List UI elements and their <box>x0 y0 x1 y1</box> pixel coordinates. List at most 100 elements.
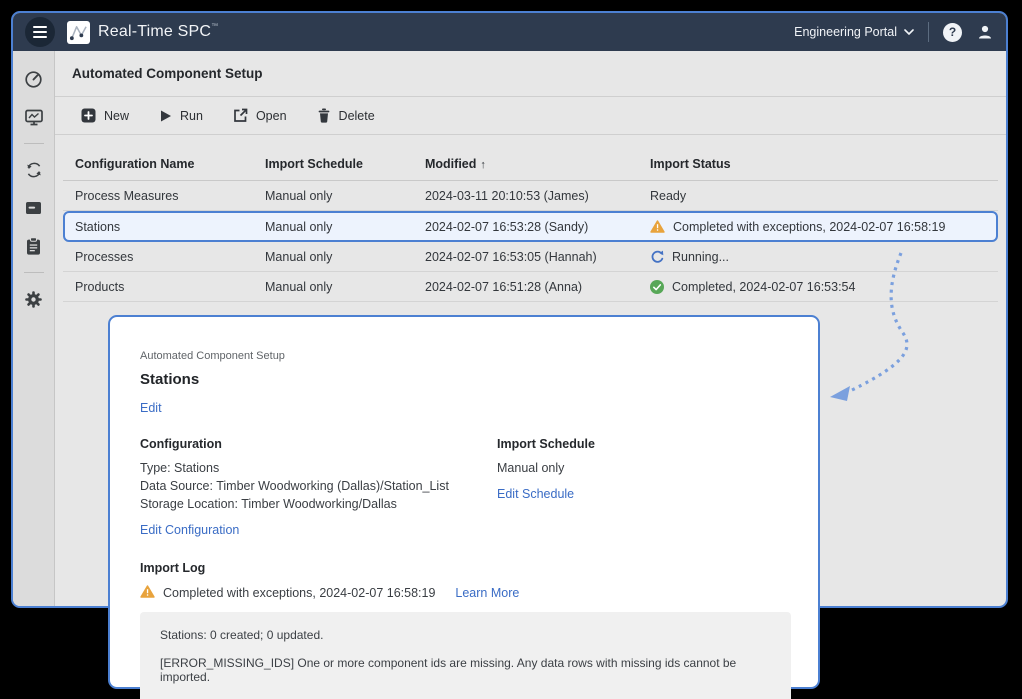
sidebar-item-charts[interactable] <box>20 103 48 131</box>
charts-monitor-icon <box>24 108 44 127</box>
table-header: Configuration Name Import Schedule Modif… <box>63 148 998 181</box>
status-text: Running... <box>672 250 729 264</box>
cell-modified: 2024-02-07 16:51:28 (Anna) <box>425 280 650 294</box>
configuration-section: Configuration Type: Stations Data Source… <box>140 437 497 539</box>
app-title: Real-Time SPC™ <box>98 23 218 41</box>
configuration-storage-location: Storage Location: Timber Woodworking/Dal… <box>140 495 497 513</box>
delete-trash-icon <box>317 108 331 123</box>
log-line: Stations: 0 created; 0 updated. <box>160 628 771 642</box>
storage-box-icon <box>24 199 43 217</box>
cell-configuration-name: Stations <box>75 220 265 234</box>
warning-icon <box>650 220 665 233</box>
trademark: ™ <box>211 23 218 30</box>
screen: Real-Time SPC™ Engineering Portal ? <box>0 0 1022 699</box>
table-row[interactable]: StationsManual only2024-02-07 16:53:28 (… <box>63 211 998 242</box>
table-body: Process MeasuresManual only2024-03-11 20… <box>63 181 998 302</box>
stations-detail-popup: Automated Component Setup Stations Edit … <box>108 315 820 689</box>
configuration-type: Type: Stations <box>140 459 497 477</box>
import-schedule-heading: Import Schedule <box>497 437 788 451</box>
warning-icon <box>650 220 665 233</box>
page-title: Automated Component Setup <box>72 66 263 81</box>
run-play-icon <box>159 109 172 123</box>
navbar-divider <box>928 22 929 42</box>
new-plus-icon <box>81 108 96 123</box>
sidebar-divider <box>24 143 44 144</box>
sidebar-item-sync[interactable] <box>20 156 48 184</box>
left-sidebar <box>13 51 55 606</box>
toolbar: New Run Open <box>55 97 1006 135</box>
warning-icon <box>140 585 155 601</box>
cell-import-status: Completed with exceptions, 2024-02-07 16… <box>650 220 996 234</box>
top-navbar: Real-Time SPC™ Engineering Portal ? <box>13 13 1006 51</box>
chevron-down-icon <box>904 29 914 35</box>
success-icon <box>650 280 664 294</box>
import-log-status-text: Completed with exceptions, 2024-02-07 16… <box>163 586 435 600</box>
cell-import-schedule: Manual only <box>265 220 425 234</box>
popup-title: Stations <box>140 371 788 388</box>
column-header-import-schedule[interactable]: Import Schedule <box>265 157 425 171</box>
sync-icon <box>25 161 43 179</box>
app-logo-icon <box>67 21 90 44</box>
import-schedule-section: Import Schedule Manual only Edit Schedul… <box>497 437 788 539</box>
configuration-heading: Configuration <box>140 437 497 451</box>
cell-import-status: Running... <box>650 250 998 264</box>
sidebar-item-clipboard[interactable] <box>20 232 48 260</box>
new-button-label: New <box>104 109 129 123</box>
popup-eyebrow: Automated Component Setup <box>140 350 788 362</box>
edit-schedule-link[interactable]: Edit Schedule <box>497 487 574 501</box>
page-header: Automated Component Setup <box>55 51 1006 97</box>
cell-configuration-name: Process Measures <box>75 189 265 203</box>
status-text: Completed, 2024-02-07 16:53:54 <box>672 280 855 294</box>
delete-button[interactable]: Delete <box>317 108 375 123</box>
import-log-output: Stations: 0 created; 0 updated. [ERROR_M… <box>140 612 791 699</box>
warning-icon <box>140 585 155 598</box>
column-header-import-status[interactable]: Import Status <box>650 157 998 171</box>
configuration-data-source: Data Source: Timber Woodworking (Dallas)… <box>140 477 497 495</box>
delete-button-label: Delete <box>339 109 375 123</box>
table-row[interactable]: Process MeasuresManual only2024-03-11 20… <box>63 181 998 211</box>
status-text: Completed with exceptions, 2024-02-07 16… <box>673 220 945 234</box>
log-line: [ERROR_MISSING_IDS] One or more componen… <box>160 656 771 684</box>
sidebar-item-dashboard[interactable] <box>20 65 48 93</box>
edit-configuration-link[interactable]: Edit Configuration <box>140 523 239 537</box>
sort-ascending-icon: ↑ <box>480 159 486 171</box>
cell-import-status: Ready <box>650 189 998 203</box>
cell-modified: 2024-03-11 20:10:53 (James) <box>425 189 650 203</box>
cell-import-status: Completed, 2024-02-07 16:53:54 <box>650 280 998 294</box>
settings-gear-icon <box>24 290 43 309</box>
learn-more-link[interactable]: Learn More <box>455 586 519 600</box>
user-icon[interactable] <box>976 23 994 41</box>
portal-selector[interactable]: Engineering Portal <box>794 25 914 39</box>
dashboard-gauge-icon <box>24 70 43 89</box>
running-icon <box>650 250 664 264</box>
new-button[interactable]: New <box>81 108 129 123</box>
table-row[interactable]: ProductsManual only2024-02-07 16:51:28 (… <box>63 272 998 302</box>
cell-configuration-name: Products <box>75 280 265 294</box>
cell-import-schedule: Manual only <box>265 189 425 203</box>
import-schedule-value: Manual only <box>497 459 788 477</box>
running-icon <box>650 250 664 264</box>
edit-link[interactable]: Edit <box>140 401 788 415</box>
open-button-label: Open <box>256 109 287 123</box>
column-header-configuration-name[interactable]: Configuration Name <box>75 157 265 171</box>
table-row[interactable]: ProcessesManual only2024-02-07 16:53:05 … <box>63 242 998 272</box>
menu-button[interactable] <box>25 17 55 47</box>
run-button-label: Run <box>180 109 203 123</box>
open-external-icon <box>233 108 248 123</box>
clipboard-icon <box>25 237 42 256</box>
sidebar-item-settings[interactable] <box>20 285 48 313</box>
cell-configuration-name: Processes <box>75 250 265 264</box>
import-log-section: Import Log Completed with exceptions, 20… <box>140 561 788 699</box>
open-button[interactable]: Open <box>233 108 287 123</box>
help-icon[interactable]: ? <box>943 23 962 42</box>
sidebar-item-storage[interactable] <box>20 194 48 222</box>
portal-label: Engineering Portal <box>794 25 897 39</box>
column-header-modified[interactable]: Modified↑ <box>425 157 650 171</box>
cell-import-schedule: Manual only <box>265 250 425 264</box>
cell-modified: 2024-02-07 16:53:05 (Hannah) <box>425 250 650 264</box>
status-text: Ready <box>650 189 686 203</box>
run-button[interactable]: Run <box>159 109 203 123</box>
configurations-table: Configuration Name Import Schedule Modif… <box>63 148 998 302</box>
cell-modified: 2024-02-07 16:53:28 (Sandy) <box>425 220 650 234</box>
cell-import-schedule: Manual only <box>265 280 425 294</box>
